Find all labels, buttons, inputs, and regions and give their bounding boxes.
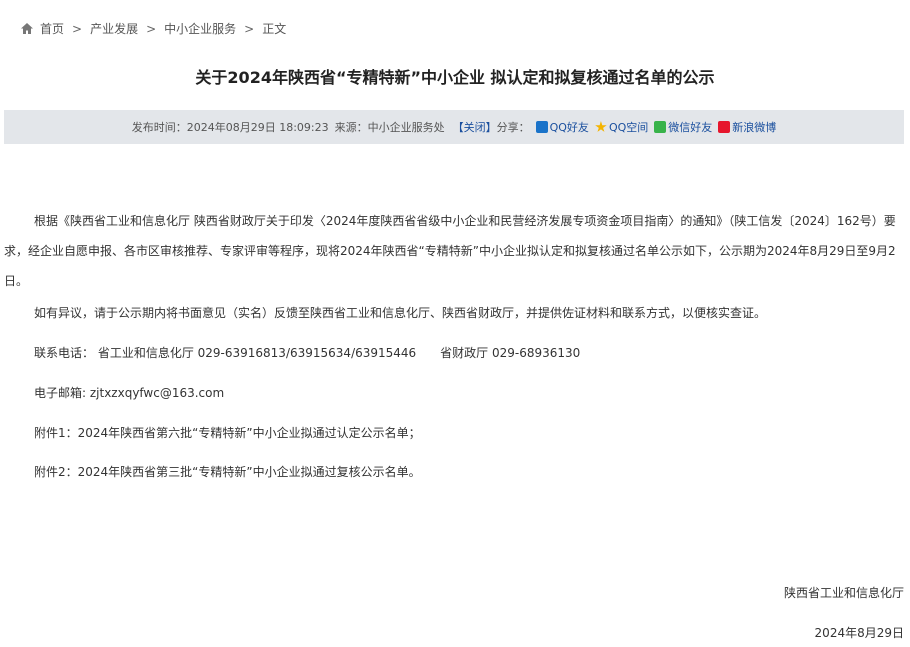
home-icon[interactable] xyxy=(20,22,34,35)
publish-time: 2024年08月29日 18:09:23 xyxy=(186,121,329,134)
share-wechat-label: 微信好友 xyxy=(668,121,713,134)
publish-label: 发布时间： xyxy=(131,121,187,134)
contact-email: 电子邮箱: zjtxzxqyfwc@163.com xyxy=(34,386,225,400)
source-value: 中小企业服务处 xyxy=(367,121,445,134)
share-weibo-label: 新浪微博 xyxy=(732,121,777,134)
article-info-bar: 发布时间： 2024年08月29日 18:09:23 来源： 中小企业服务处 【… xyxy=(4,110,904,144)
weibo-icon xyxy=(718,121,731,133)
body-paragraph: 如有异议，请于公示期内将书面意见（实名）反馈至陕西省工业和信息化厅、陕西省财政厅… xyxy=(34,306,767,320)
share-wechat-button[interactable]: 微信好友 xyxy=(654,119,712,135)
body-paragraph: 根据《陕西省工业和信息化厅 陕西省财政厅关于印发〈2024年度陕西省省级中小企业… xyxy=(4,214,896,288)
share-qq-button[interactable]: QQ好友 xyxy=(535,119,589,135)
breadcrumb: 首页 > 产业发展 > 中小企业服务 > 正文 xyxy=(20,20,286,37)
breadcrumb-separator: > xyxy=(146,21,157,36)
attachment-1: 附件1：2024年陕西省第六批“专精特新”中小企业拟通过认定公示名单； xyxy=(34,426,421,440)
share-qzone-label: QQ空间 xyxy=(608,121,649,134)
contact-phone: 联系电话： 省工业和信息化厅 029-63916813/63915634/639… xyxy=(34,346,581,360)
share-weibo-button[interactable]: 新浪微博 xyxy=(718,119,776,135)
source-label: 来源： xyxy=(334,121,368,134)
attachment-2: 附件2：2024年陕西省第三批“专精特新”中小企业拟通过复核公示名单。 xyxy=(34,465,421,479)
breadcrumb-sme-service[interactable]: 中小企业服务 xyxy=(164,20,236,37)
share-label: 分享： xyxy=(496,121,530,134)
page-title: 关于2024年陕西省“专精特新”中小企业 拟认定和拟复核通过名单的公示 xyxy=(195,68,715,87)
share-qzone-button[interactable]: QQ空间 xyxy=(595,119,648,135)
share-qq-label: QQ好友 xyxy=(549,121,589,134)
qq-icon xyxy=(535,121,548,133)
breadcrumb-separator: > xyxy=(244,21,255,36)
signature-org: 陕西省工业和信息化厅 xyxy=(783,586,904,600)
wechat-icon xyxy=(654,121,667,133)
breadcrumb-current: 正文 xyxy=(262,22,287,36)
signature-date: 2024年8月29日 xyxy=(814,626,904,640)
close-link[interactable]: 【关闭】 xyxy=(453,119,497,135)
breadcrumb-industry[interactable]: 产业发展 xyxy=(90,20,138,37)
breadcrumb-separator: > xyxy=(72,21,83,36)
qzone-icon xyxy=(595,121,607,132)
breadcrumb-home[interactable]: 首页 xyxy=(40,20,64,37)
